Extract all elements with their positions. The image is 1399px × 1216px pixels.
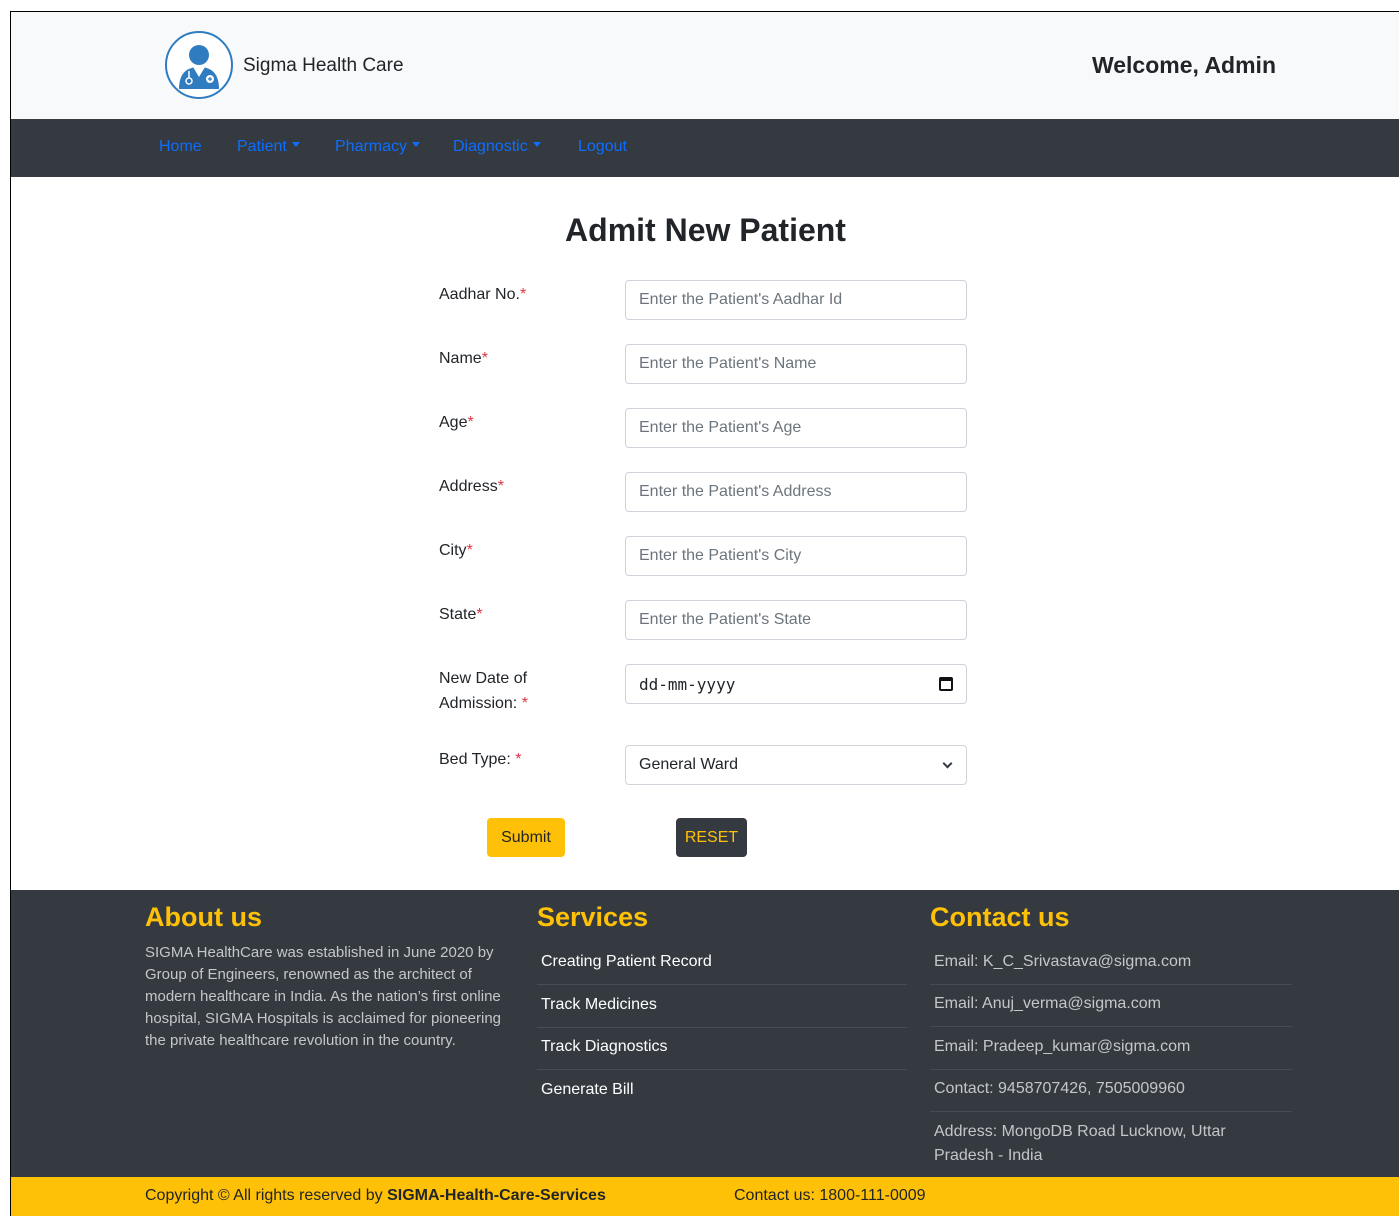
age-label-text: Age	[439, 414, 468, 431]
name-label: Name*	[439, 346, 569, 371]
doctor-avatar-icon[interactable]	[165, 31, 233, 99]
required-mark: *	[497, 478, 504, 495]
service-item[interactable]: Track Medicines	[537, 985, 907, 1028]
nav-pharmacy-dropdown[interactable]: Pharmacy	[335, 138, 421, 156]
caret-down-icon	[291, 142, 300, 148]
state-label: State*	[439, 602, 569, 627]
about-heading: About us	[145, 902, 262, 932]
service-item[interactable]: Creating Patient Record	[537, 942, 907, 985]
contact-item: Email: Anuj_verma@sigma.com	[930, 992, 1292, 1027]
service-item[interactable]: Generate Bill	[537, 1070, 907, 1113]
site-header: Sigma Health Care Welcome, Admin	[11, 12, 1399, 119]
caret-down-icon	[412, 142, 421, 148]
required-mark: *	[481, 350, 488, 367]
page-title: Admit New Patient	[565, 212, 846, 248]
contact-item: Address: MongoDB Road Lucknow, Uttar Pra…	[934, 1123, 1226, 1164]
name-label-text: Name	[439, 350, 482, 367]
age-input[interactable]	[625, 408, 967, 448]
contact-item: Contact: 9458707426, 7505009960	[930, 1077, 1292, 1112]
state-label-text: State	[439, 606, 477, 623]
admission-date-input[interactable]: dd-mm-yyyy	[625, 664, 967, 704]
brand-name[interactable]: Sigma Health Care	[243, 55, 404, 77]
bed-type-selected: General Ward	[639, 756, 738, 773]
caret-down-icon	[532, 142, 541, 148]
nav-diagnostic-dropdown[interactable]: Diagnostic	[453, 138, 541, 156]
required-mark: *	[515, 751, 522, 768]
age-label: Age*	[439, 410, 569, 435]
services-heading: Services	[537, 902, 649, 932]
address-input[interactable]	[625, 472, 967, 512]
bed-type-label-text: Bed Type:	[439, 751, 516, 768]
address-label: Address*	[439, 474, 569, 499]
nav-patient-dropdown[interactable]: Patient	[237, 138, 300, 156]
service-item[interactable]: Track Diagnostics	[537, 1027, 907, 1070]
reset-button[interactable]: RESET	[676, 818, 747, 857]
required-mark: *	[521, 695, 528, 712]
required-mark: *	[519, 286, 527, 303]
city-input[interactable]	[625, 536, 967, 576]
copyright-text: Copyright © All rights reserved by SIGMA…	[145, 1187, 606, 1205]
date-placeholder: dd-mm-yyyy	[639, 674, 736, 694]
nav-pharmacy-label: Pharmacy	[335, 138, 408, 155]
copyright-bar: Copyright © All rights reserved by SIGMA…	[11, 1177, 1399, 1216]
nav-logout[interactable]: Logout	[578, 138, 627, 156]
required-mark: *	[476, 606, 483, 623]
nav-diagnostic-label: Diagnostic	[453, 138, 528, 155]
required-mark: *	[466, 542, 473, 559]
aadhar-label-text: Aadhar No.	[439, 286, 520, 303]
required-mark: *	[467, 414, 474, 431]
bed-type-select[interactable]: General Ward	[625, 745, 967, 785]
admission-date-label: New Date of Admission: *	[439, 666, 569, 716]
site-footer: About us SIGMA HealthCare was establishe…	[11, 890, 1399, 1177]
page-frame: Sigma Health Care Welcome, Admin Home Pa…	[10, 11, 1399, 1216]
chevron-down-icon	[942, 758, 953, 768]
contact-item: Email: Pradeep_kumar@sigma.com	[930, 1035, 1292, 1070]
admission-date-label-line1: New Date of	[439, 670, 528, 687]
nav-patient-label: Patient	[237, 138, 287, 155]
nav-logout-label: Logout	[578, 138, 627, 155]
aadhar-label: Aadhar No.*	[439, 282, 569, 307]
copyright-brand: SIGMA-Health-Care-Services	[387, 1187, 606, 1204]
copyright-prefix: Copyright © All rights reserved by	[145, 1187, 388, 1204]
about-text: SIGMA HealthCare was established in June…	[145, 944, 502, 1049]
copyright-contact: Contact us: 1800-111-0009	[734, 1187, 926, 1204]
address-label-text: Address	[439, 478, 498, 495]
welcome-message: Welcome, Admin	[1091, 52, 1276, 78]
name-input[interactable]	[625, 344, 967, 384]
state-input[interactable]	[625, 600, 967, 640]
nav-home-label: Home	[159, 138, 202, 155]
main-navbar: Home Patient Pharmacy Diagnostic Logout	[11, 119, 1399, 177]
aadhar-input[interactable]	[625, 280, 967, 320]
nav-home[interactable]: Home	[159, 138, 202, 156]
bed-type-label: Bed Type: *	[439, 747, 569, 772]
admission-date-label-line2: Admission:	[439, 695, 522, 712]
calendar-icon[interactable]	[939, 677, 953, 691]
contact-heading: Contact us	[930, 902, 1070, 932]
contact-item: Email: K_C_Srivastava@sigma.com	[930, 950, 1292, 985]
city-label: City*	[439, 538, 569, 563]
submit-button[interactable]: Submit	[487, 818, 565, 857]
city-label-text: City	[439, 542, 467, 559]
